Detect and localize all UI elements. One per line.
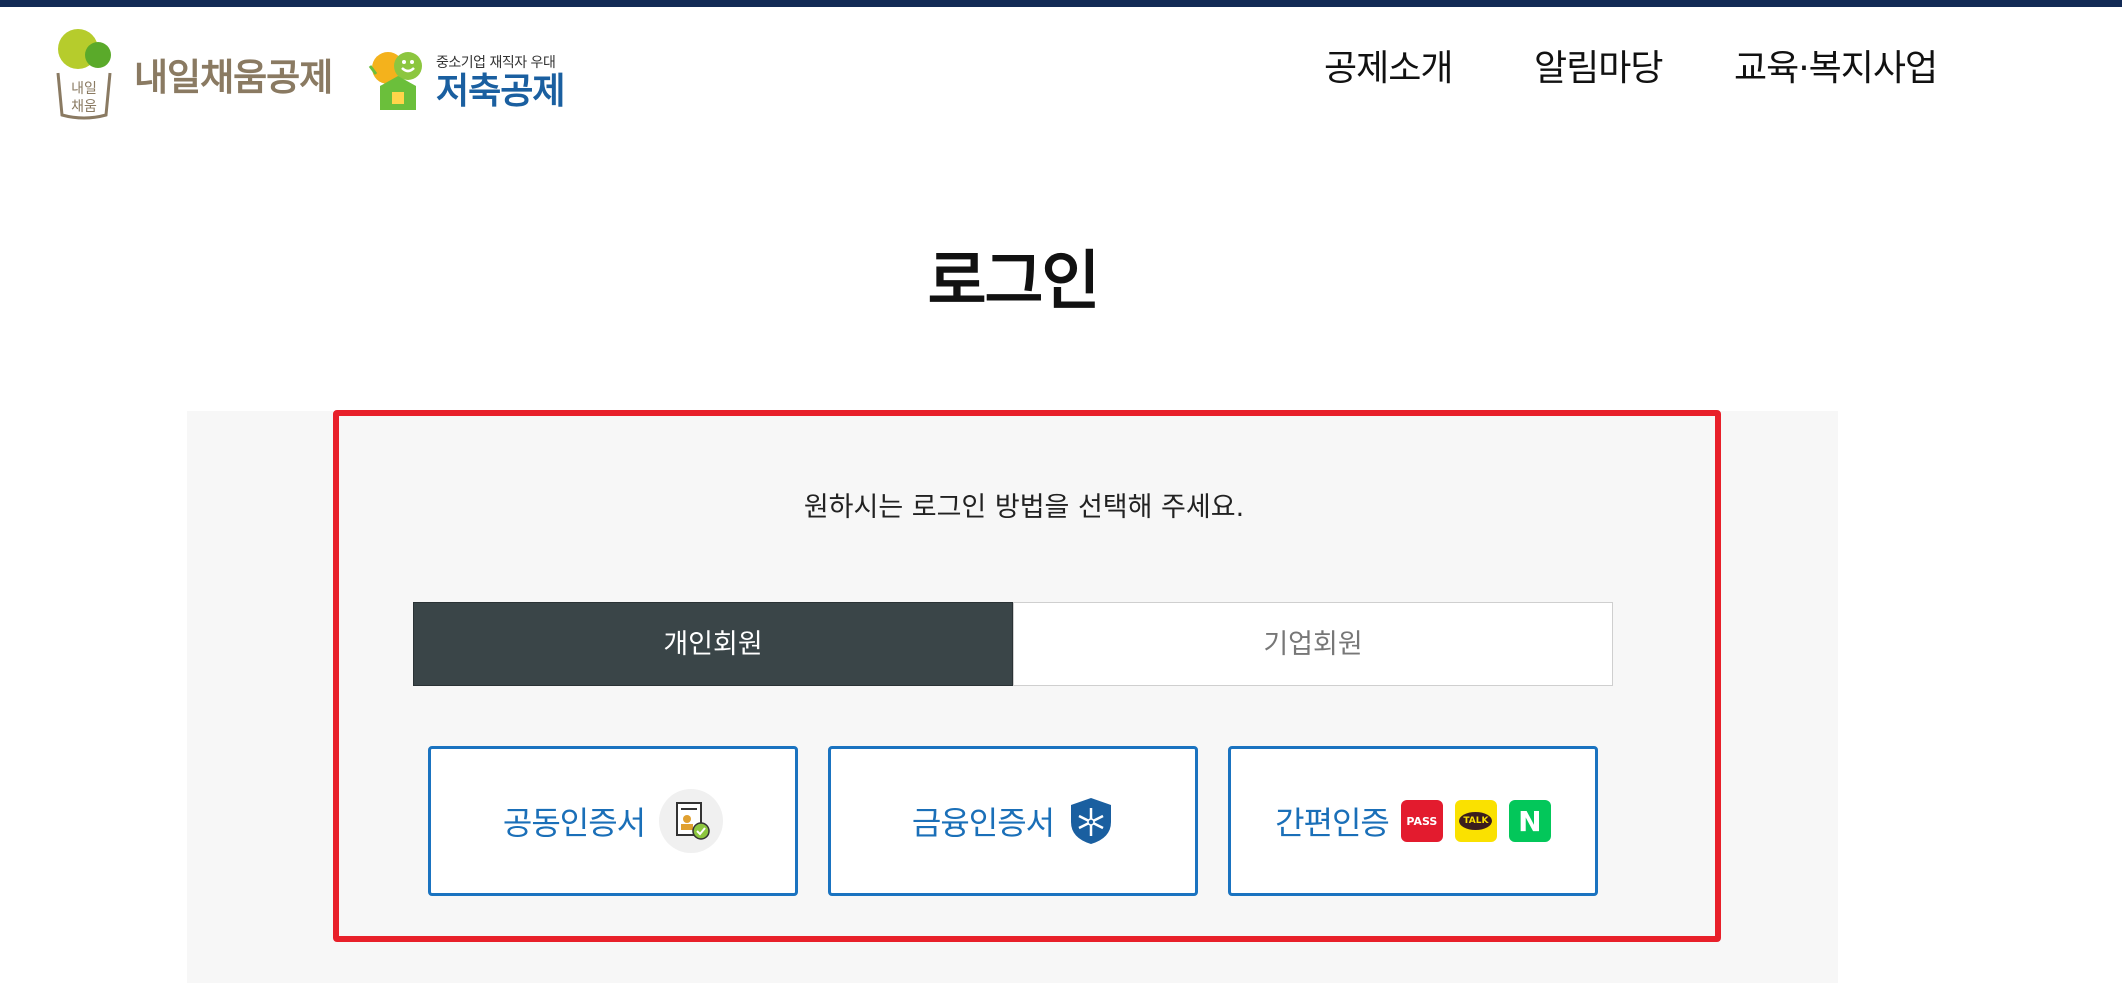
simple-authentication-button[interactable]: 간편인증 PASS TALK N: [1228, 746, 1598, 896]
tree-cup-emblem-icon: 내일 채움: [48, 27, 120, 121]
logo-naeil-chaeum[interactable]: 내일 채움 내일채움공제: [48, 26, 333, 122]
page-title: 로그인: [927, 245, 1101, 319]
kakao-talk-icon: TALK: [1454, 800, 1497, 842]
shield-icon: [1068, 796, 1114, 846]
logo-savings-deduction[interactable]: 중소기업 재직자 우대 저축공제: [366, 46, 565, 118]
certificate-icon: [659, 789, 724, 853]
nav-item-education-welfare[interactable]: 교육·복지사업: [1734, 44, 1938, 94]
tab-personal-member[interactable]: 개인회원: [413, 602, 1013, 686]
nav-item-about[interactable]: 공제소개: [1324, 44, 1453, 94]
pass-icon: PASS: [1400, 800, 1443, 842]
joint-certificate-button[interactable]: 공동인증서: [428, 746, 798, 896]
top-accent-bar: [0, 0, 2122, 7]
financial-certificate-button[interactable]: 금융인증서: [828, 746, 1198, 896]
logo-secondary-caption: 중소기업 재직자 우대: [436, 55, 556, 71]
lightbulb-house-emblem-icon: [366, 46, 430, 118]
simple-authentication-label: 간편인증: [1275, 804, 1390, 842]
svg-text:내일: 내일: [71, 81, 97, 97]
kakao-talk-text: TALK: [1459, 812, 1493, 830]
logo-primary-text: 내일채움공제: [134, 56, 333, 99]
joint-certificate-label: 공동인증서: [502, 804, 646, 842]
financial-certificate-label: 금융인증서: [911, 804, 1055, 842]
logo-secondary-text: 저축공제: [436, 71, 565, 112]
naver-icon: N: [1508, 800, 1551, 842]
login-instruction: 원하시는 로그인 방법을 선택해 주세요.: [803, 492, 1245, 523]
tab-corporate-member[interactable]: 기업회원: [1013, 602, 1613, 686]
nav-item-notices[interactable]: 알림마당: [1534, 44, 1663, 94]
svg-text:채움: 채움: [71, 99, 97, 115]
